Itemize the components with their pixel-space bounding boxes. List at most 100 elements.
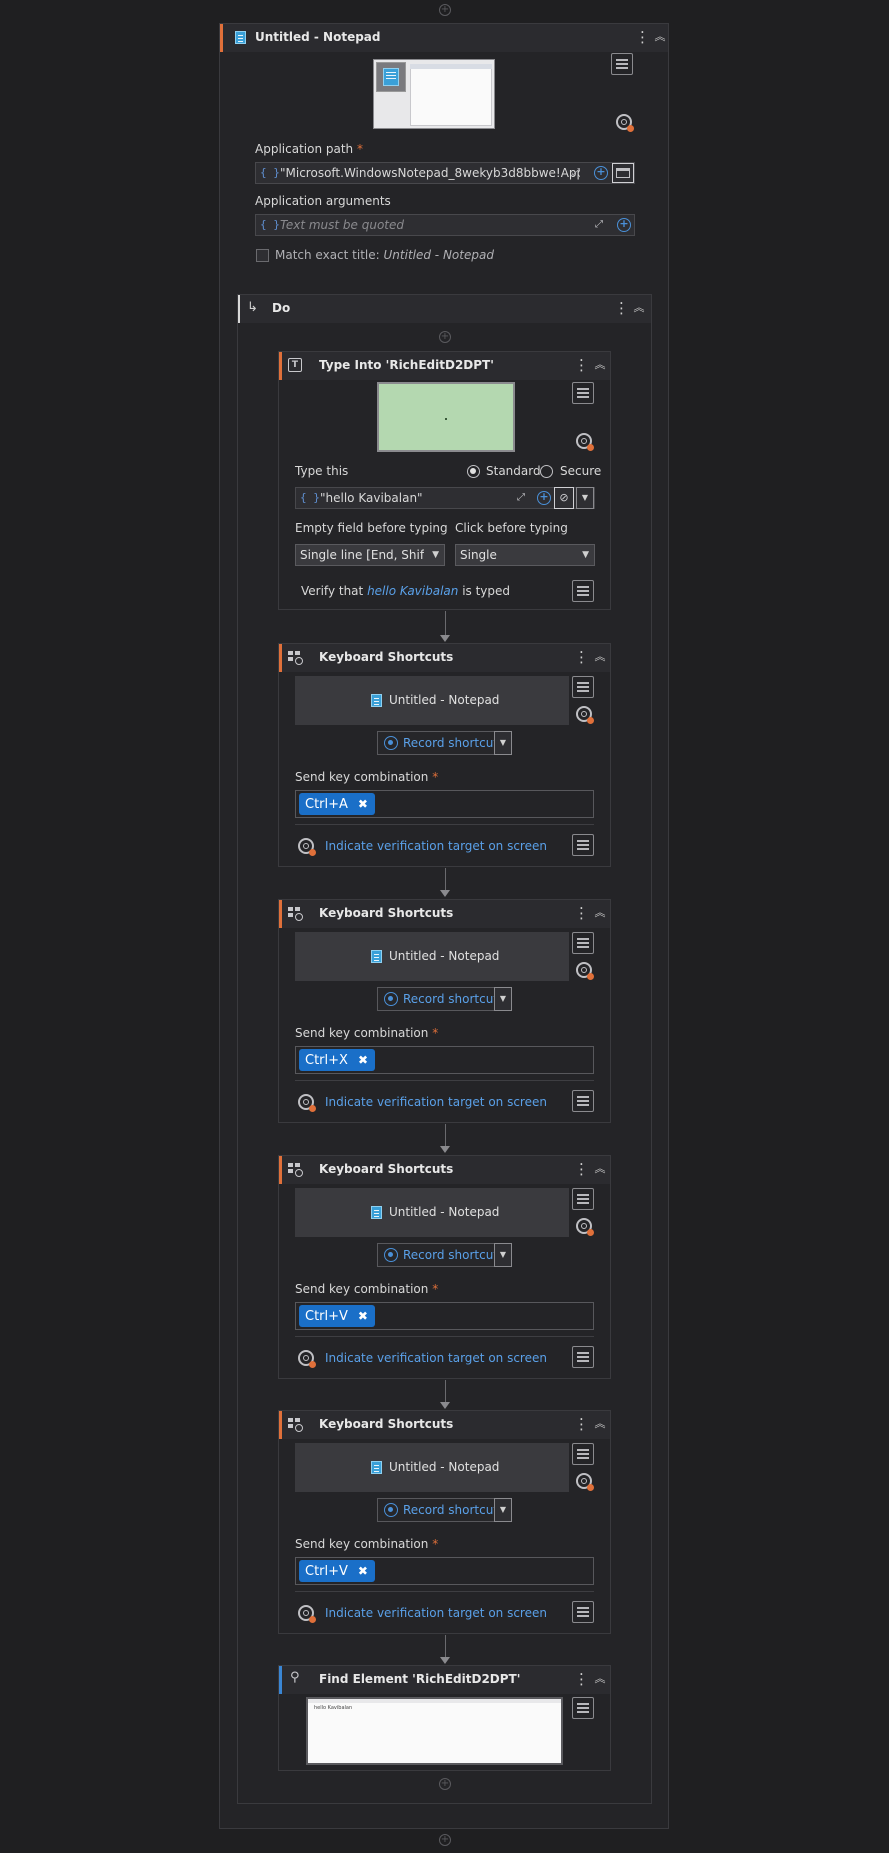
more-options-icon[interactable]: ⋮ — [574, 904, 589, 922]
more-options-icon[interactable]: ⋮ — [574, 1670, 589, 1688]
type-this-field[interactable]: { } "hello Kavibalan" ⤢ + ⊘ ▼ — [295, 487, 595, 509]
more-options-icon[interactable]: ⋮ — [614, 299, 629, 317]
click-before-select[interactable]: Single ▼ — [455, 544, 595, 566]
hide-text-icon[interactable]: ⊘ — [554, 487, 574, 509]
verify-options-icon[interactable] — [572, 1346, 594, 1368]
application-arguments-field[interactable]: { } Text must be quoted ⤢ + — [255, 214, 635, 236]
options-menu-icon[interactable] — [572, 1697, 594, 1719]
more-options-icon[interactable]: ⋮ — [574, 356, 589, 374]
keyboard-shortcut-icon — [288, 1163, 304, 1177]
record-shortcut-button[interactable]: Record shortcut — [377, 731, 498, 755]
application-path-label: Application path * — [255, 142, 363, 156]
add-activity-button[interactable]: + — [439, 1778, 451, 1790]
options-menu-icon[interactable] — [572, 382, 594, 404]
collapse-icon[interactable]: ︽ — [593, 356, 607, 374]
indicate-verification-link[interactable]: Indicate verification target on screen — [325, 1606, 547, 1620]
browse-app-icon[interactable] — [612, 163, 634, 183]
indicate-verification-link[interactable]: Indicate verification target on screen — [325, 1095, 547, 1109]
collapse-icon[interactable]: ︽ — [593, 1670, 607, 1688]
do-header[interactable]: ↳ Do ⋮ ︽ — [238, 295, 651, 323]
collapse-icon[interactable]: ︽ — [632, 299, 646, 317]
collapse-icon[interactable]: ︽ — [593, 648, 607, 666]
expand-editor-icon[interactable]: ⤢ — [567, 164, 585, 182]
add-variable-icon[interactable]: + — [537, 491, 551, 505]
record-shortcut-button[interactable]: Record shortcut — [377, 987, 498, 1011]
add-variable-icon[interactable]: + — [594, 166, 608, 180]
collapse-icon[interactable]: ︽ — [593, 1160, 607, 1178]
key-chip[interactable]: Ctrl+X ✖ — [299, 1049, 375, 1071]
record-dropdown-button[interactable]: ▼ — [494, 1498, 512, 1522]
add-activity-bottom-button[interactable]: + — [439, 1834, 451, 1846]
use-application-header[interactable]: Untitled - Notepad ⋮ ︽ — [220, 24, 668, 52]
key-combination-field[interactable]: Ctrl+V ✖ — [295, 1302, 594, 1330]
target-app-box: Untitled - Notepad — [295, 676, 569, 725]
remove-key-icon[interactable]: ✖ — [358, 1305, 368, 1327]
keyboard-shortcuts-title: Keyboard Shortcuts — [319, 1417, 454, 1431]
record-shortcut-button[interactable]: Record shortcut — [377, 1243, 498, 1267]
indicate-verification-link[interactable]: Indicate verification target on screen — [325, 1351, 547, 1365]
verify-text: Verify that hello Kavibalan is typed — [301, 584, 511, 598]
target-app-box: Untitled - Notepad — [295, 932, 569, 981]
options-menu-icon[interactable] — [611, 53, 633, 75]
record-dropdown-button[interactable]: ▼ — [494, 1243, 512, 1267]
keyboard-shortcuts-header[interactable]: Keyboard Shortcuts ⋮ ︽ — [279, 900, 610, 928]
more-options-icon[interactable]: ⋮ — [635, 28, 650, 46]
verification-target-icon[interactable] — [298, 1094, 316, 1112]
more-options-icon[interactable]: ⋮ — [574, 1415, 589, 1433]
key-combination-field[interactable]: Ctrl+X ✖ — [295, 1046, 594, 1074]
collapse-icon[interactable]: ︽ — [593, 1415, 607, 1433]
record-dropdown-button[interactable]: ▼ — [494, 731, 512, 755]
empty-field-select[interactable]: Single line [End, Shift+Home, Del]▼ — [295, 544, 445, 566]
options-menu-icon[interactable] — [572, 1443, 594, 1465]
expand-editor-icon[interactable]: ⤢ — [512, 489, 530, 507]
more-options-icon[interactable]: ⋮ — [574, 648, 589, 666]
add-variable-icon[interactable]: + — [617, 218, 631, 232]
type-into-header[interactable]: T Type Into 'RichEditD2DPT' ⋮ ︽ — [279, 352, 610, 380]
key-combination-field[interactable]: Ctrl+V ✖ — [295, 1557, 594, 1585]
keyboard-shortcuts-header[interactable]: Keyboard Shortcuts ⋮ ︽ — [279, 644, 610, 672]
more-options-icon[interactable]: ⋮ — [574, 1160, 589, 1178]
standard-radio[interactable] — [467, 465, 480, 478]
keyboard-shortcuts-header[interactable]: Keyboard Shortcuts ⋮ ︽ — [279, 1156, 610, 1184]
indicate-target-icon[interactable] — [616, 114, 634, 132]
verify-options-icon[interactable] — [572, 1601, 594, 1623]
verify-options-icon[interactable] — [572, 580, 594, 602]
match-exact-title-checkbox[interactable] — [256, 249, 269, 262]
target-app-title: Untitled - Notepad — [389, 1205, 500, 1219]
record-dropdown-button[interactable]: ▼ — [494, 987, 512, 1011]
secure-radio[interactable] — [540, 465, 553, 478]
verification-target-icon[interactable] — [298, 838, 316, 856]
expression-brace-icon: { } — [260, 166, 280, 179]
indicate-target-icon[interactable] — [576, 433, 594, 451]
indicate-target-icon[interactable] — [576, 1473, 594, 1491]
dropdown-icon[interactable]: ▼ — [576, 487, 594, 509]
keyboard-shortcuts-card: Keyboard Shortcuts ⋮ ︽ Untitled - Notepa… — [278, 899, 611, 1123]
verify-options-icon[interactable] — [572, 834, 594, 856]
verification-target-icon[interactable] — [298, 1350, 316, 1368]
remove-key-icon[interactable]: ✖ — [358, 793, 368, 815]
key-chip[interactable]: Ctrl+V ✖ — [299, 1305, 375, 1327]
collapse-icon[interactable]: ︽ — [593, 904, 607, 922]
collapse-icon[interactable]: ︽ — [653, 28, 667, 46]
find-element-header[interactable]: ⚲ Find Element 'RichEditD2DPT' ⋮ ︽ — [279, 1666, 610, 1694]
options-menu-icon[interactable] — [572, 676, 594, 698]
key-chip[interactable]: Ctrl+A ✖ — [299, 793, 375, 815]
add-activity-top-button[interactable]: + — [439, 4, 451, 16]
expand-editor-icon[interactable]: ⤢ — [590, 216, 608, 234]
verification-target-icon[interactable] — [298, 1605, 316, 1623]
add-activity-button[interactable]: + — [439, 331, 451, 343]
record-shortcut-button[interactable]: Record shortcut — [377, 1498, 498, 1522]
remove-key-icon[interactable]: ✖ — [358, 1560, 368, 1582]
key-chip[interactable]: Ctrl+V ✖ — [299, 1560, 375, 1582]
application-path-field[interactable]: { } "Microsoft.WindowsNotepad_8wekyb3d8b… — [255, 162, 635, 184]
indicate-target-icon[interactable] — [576, 1218, 594, 1236]
options-menu-icon[interactable] — [572, 1188, 594, 1210]
remove-key-icon[interactable]: ✖ — [358, 1049, 368, 1071]
keyboard-shortcuts-header[interactable]: Keyboard Shortcuts ⋮ ︽ — [279, 1411, 610, 1439]
options-menu-icon[interactable] — [572, 932, 594, 954]
indicate-target-icon[interactable] — [576, 706, 594, 724]
key-combination-field[interactable]: Ctrl+A ✖ — [295, 790, 594, 818]
indicate-target-icon[interactable] — [576, 962, 594, 980]
verify-options-icon[interactable] — [572, 1090, 594, 1112]
indicate-verification-link[interactable]: Indicate verification target on screen — [325, 839, 547, 853]
